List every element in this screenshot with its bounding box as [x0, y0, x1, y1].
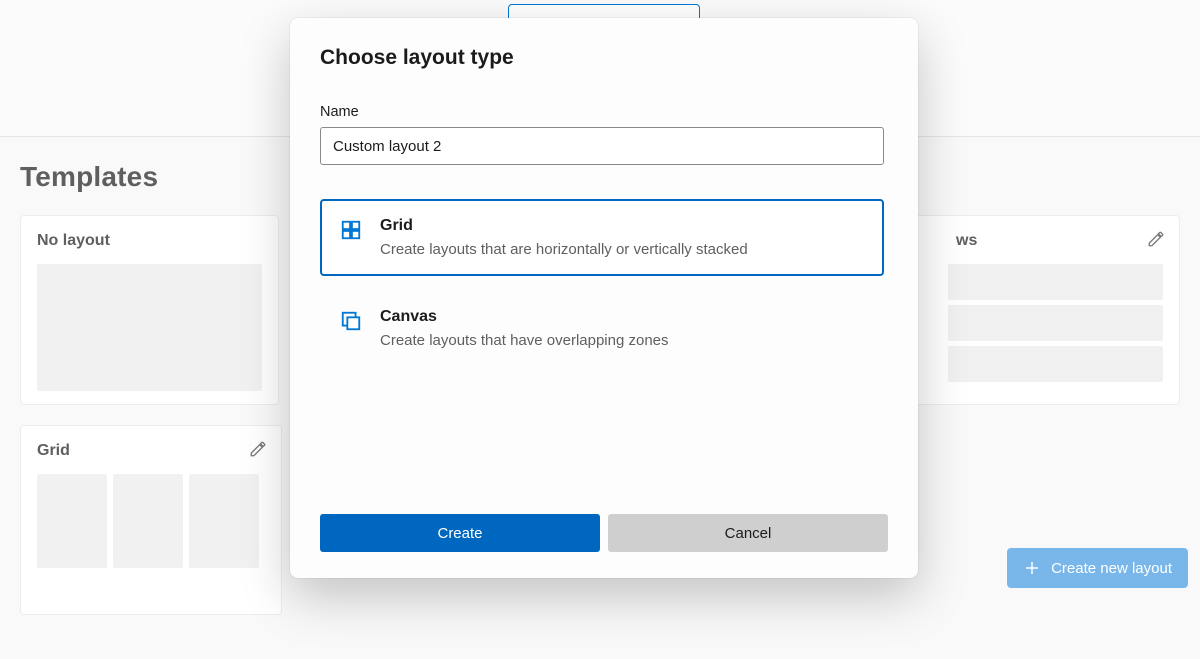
card-title: ws [956, 232, 1163, 250]
option-description: Create layouts that have overlapping zon… [380, 332, 862, 349]
create-new-layout-button[interactable]: Create new layout [1007, 548, 1188, 588]
option-canvas[interactable]: Canvas Create layouts that have overlapp… [320, 290, 884, 367]
option-description: Create layouts that are horizontally or … [380, 241, 862, 258]
plus-icon [1023, 559, 1041, 577]
option-title: Canvas [380, 308, 862, 326]
pencil-icon[interactable] [249, 440, 267, 458]
create-new-layout-label: Create new layout [1051, 560, 1172, 577]
pencil-icon[interactable] [1147, 230, 1165, 248]
layout-preview [37, 264, 262, 391]
cancel-button[interactable]: Cancel [608, 514, 888, 552]
choose-layout-dialog: Choose layout type Name Grid Create layo… [290, 18, 918, 578]
template-card-grid[interactable]: Grid [20, 425, 282, 615]
layout-preview [37, 474, 265, 568]
option-title: Grid [380, 217, 862, 235]
template-card-no-layout[interactable]: No layout [20, 215, 279, 405]
layout-preview [948, 264, 1163, 382]
card-title: Grid [37, 442, 265, 460]
create-button[interactable]: Create [320, 514, 600, 552]
layout-type-options: Grid Create layouts that are horizontall… [320, 199, 888, 381]
card-title: No layout [37, 232, 262, 250]
option-grid[interactable]: Grid Create layouts that are horizontall… [320, 199, 884, 276]
canvas-icon [340, 310, 362, 332]
layout-name-input[interactable] [320, 127, 884, 165]
grid-icon [340, 219, 362, 241]
name-label: Name [320, 104, 888, 120]
dialog-title: Choose layout type [320, 46, 888, 70]
